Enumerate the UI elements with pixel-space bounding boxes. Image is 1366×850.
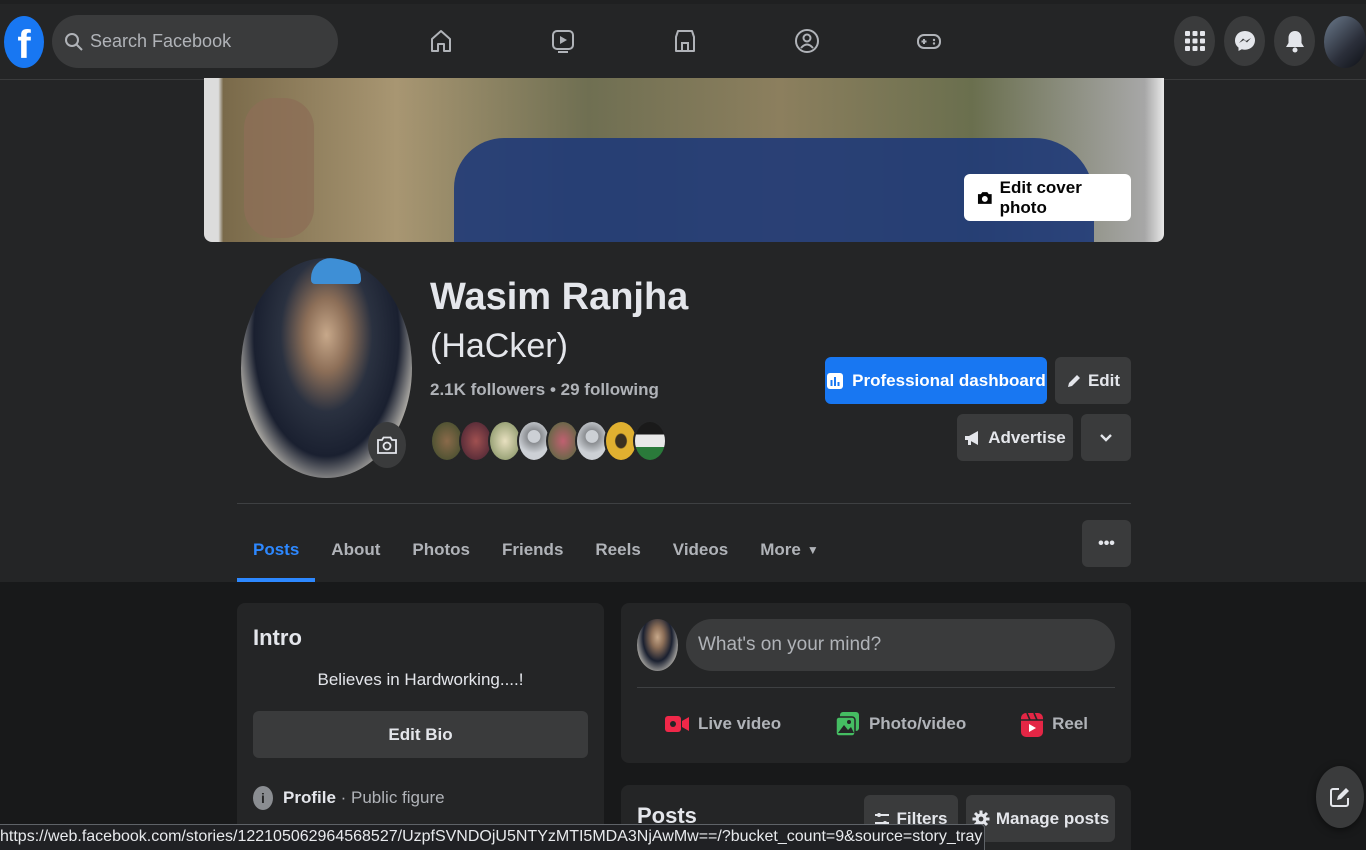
- profile-category-value: · Public figure: [335, 788, 445, 807]
- nav-marketplace[interactable]: [624, 16, 746, 66]
- megaphone-icon: [965, 430, 979, 445]
- nav-groups[interactable]: [746, 16, 868, 66]
- avatar[interactable]: [637, 619, 678, 671]
- browser-status-url: https://web.facebook.com/stories/1221050…: [0, 824, 986, 850]
- profile-picture-cap: [311, 258, 361, 284]
- tab-posts-label: Posts: [253, 540, 300, 559]
- tab-reels[interactable]: Reels: [579, 520, 656, 580]
- profile-nickname: (HaCker): [430, 327, 568, 365]
- chart-icon: [827, 372, 844, 389]
- photo-icon: [835, 712, 859, 737]
- account-avatar[interactable]: [1324, 16, 1366, 68]
- edit-cover-photo-label: Edit cover photo: [999, 177, 1082, 217]
- tab-reels-label: Reels: [595, 540, 641, 559]
- camera-icon: [377, 436, 397, 454]
- search-icon: [65, 32, 83, 51]
- update-profile-picture-button[interactable]: [368, 422, 406, 468]
- home-icon: [431, 30, 451, 52]
- professional-dashboard-label: Professional dashboard: [852, 370, 1046, 390]
- profile-name: Wasim Ranjha: [430, 276, 689, 318]
- messenger-button[interactable]: [1224, 16, 1265, 66]
- advertise-label: Advertise: [988, 427, 1066, 447]
- manage-posts-label: Manage posts: [995, 808, 1110, 828]
- professional-dashboard-button[interactable]: Professional dashboard: [825, 357, 1047, 404]
- pencil-icon: [1067, 374, 1080, 387]
- edit-profile-button[interactable]: Edit: [1055, 357, 1131, 404]
- chevron-down-icon: [1100, 433, 1112, 442]
- composer-divider: [637, 687, 1115, 688]
- caret-down-icon: ▼: [806, 543, 819, 557]
- tab-more[interactable]: More ▼: [744, 520, 835, 580]
- notifications-button[interactable]: [1274, 16, 1315, 66]
- profile-category-label: Profile: [283, 788, 336, 807]
- edit-cover-photo-button[interactable]: Edit cover photo: [964, 174, 1131, 221]
- tab-photos[interactable]: Photos: [396, 520, 486, 580]
- tab-posts[interactable]: Posts: [237, 520, 316, 582]
- more-options-dropdown[interactable]: [1081, 414, 1131, 461]
- search-bar[interactable]: [52, 15, 338, 68]
- cover-photo-detail: [244, 98, 314, 238]
- marketplace-icon: [675, 30, 695, 52]
- ellipsis-icon: •••: [1098, 534, 1115, 552]
- messenger-icon: [1234, 31, 1255, 51]
- camera-icon: [977, 191, 992, 204]
- tab-videos[interactable]: Videos: [657, 520, 744, 580]
- followers-count[interactable]: 2.1K followers • 29 following: [430, 380, 659, 400]
- reel-button[interactable]: Reel: [1020, 710, 1088, 738]
- photo-video-button[interactable]: Photo/video: [835, 711, 966, 737]
- intro-card: Intro Believes in Hardworking....! Edit …: [237, 603, 604, 850]
- search-input[interactable]: [90, 31, 320, 52]
- whats-on-your-mind-input[interactable]: What's on your mind?: [686, 619, 1115, 671]
- header-divider: [237, 503, 1131, 504]
- edit-profile-label: Edit: [1087, 370, 1121, 390]
- profile-tabs: Posts About Photos Friends Reels Videos …: [237, 520, 835, 582]
- post-composer: What's on your mind? Live video Photo/vi…: [621, 603, 1131, 763]
- bell-icon: [1285, 31, 1304, 53]
- live-video-icon: [664, 716, 689, 732]
- advertise-button[interactable]: Advertise: [957, 414, 1073, 461]
- compose-icon: [1330, 788, 1349, 807]
- facebook-logo-letter: f: [17, 23, 31, 67]
- tab-about[interactable]: About: [315, 520, 396, 580]
- profile-category-row: i Profile · Public figure: [253, 786, 445, 810]
- tab-friends[interactable]: Friends: [486, 520, 579, 580]
- tab-photos-label: Photos: [412, 540, 470, 559]
- edit-bio-label: Edit Bio: [388, 724, 453, 744]
- groups-icon: [795, 29, 819, 53]
- tab-friends-label: Friends: [502, 540, 564, 559]
- tab-options-button[interactable]: •••: [1082, 520, 1131, 567]
- nav-watch[interactable]: [502, 16, 624, 66]
- follower-avatars[interactable]: [430, 420, 667, 462]
- manage-posts-button[interactable]: Manage posts: [966, 795, 1115, 842]
- nav-home[interactable]: [380, 16, 502, 66]
- menu-grid-icon: [1184, 31, 1205, 51]
- tab-about-label: About: [331, 540, 381, 559]
- top-navigation-bar: f: [0, 0, 1366, 80]
- info-icon: i: [253, 786, 273, 810]
- live-video-label: Live video: [697, 714, 782, 733]
- facebook-logo[interactable]: f: [4, 16, 44, 68]
- photo-video-label: Photo/video: [868, 714, 967, 733]
- browser-tab-strip: [0, 0, 1366, 4]
- menu-button[interactable]: [1174, 16, 1215, 66]
- composer-placeholder: What's on your mind?: [698, 634, 882, 655]
- nav-gaming[interactable]: [868, 16, 990, 66]
- tab-videos-label: Videos: [672, 540, 729, 559]
- reel-icon: [1021, 712, 1044, 737]
- watch-icon: [552, 30, 574, 53]
- tab-more-label: More: [760, 540, 801, 559]
- reel-label: Reel: [1052, 714, 1089, 733]
- edit-bio-button[interactable]: Edit Bio: [253, 711, 588, 758]
- follower-avatar[interactable]: [633, 420, 667, 462]
- live-video-button[interactable]: Live video: [664, 712, 781, 736]
- intro-title: Intro: [253, 625, 302, 650]
- new-message-button[interactable]: [1316, 766, 1364, 828]
- gaming-icon: [917, 34, 941, 49]
- bio-text: Believes in Hardworking....!: [317, 670, 524, 689]
